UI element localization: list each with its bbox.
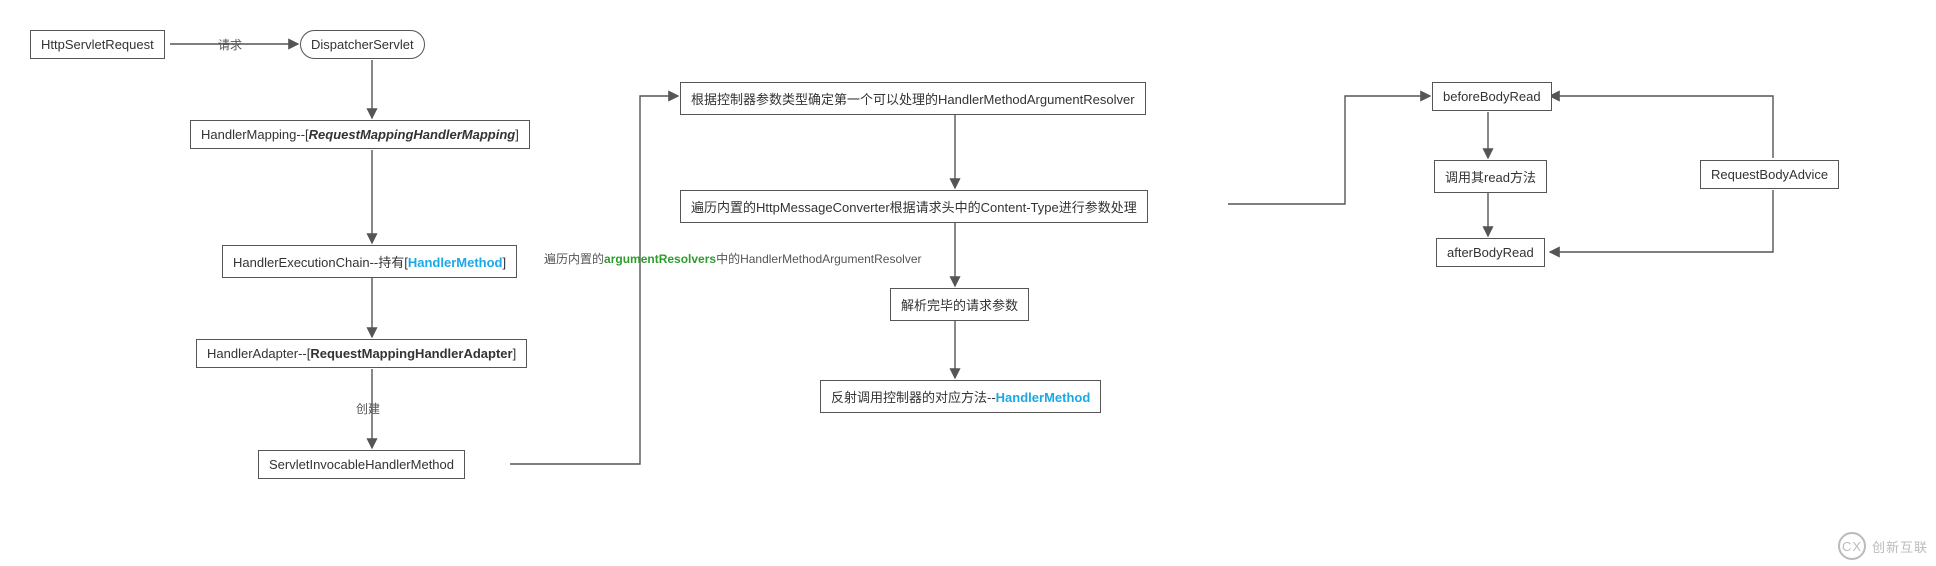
node-before-body-read: beforeBodyRead <box>1432 82 1552 111</box>
text-em: RequestMappingHandlerAdapter <box>310 346 512 361</box>
text-em: HandlerMethod <box>996 390 1091 405</box>
text: 解析完毕的请求参数 <box>901 298 1018 313</box>
edge-label-request: 请求 <box>218 36 242 53</box>
text-em: HandlerMethod <box>408 255 503 270</box>
edge-label-create: 创建 <box>356 400 380 417</box>
node-dispatcher-servlet: DispatcherServlet <box>300 30 425 59</box>
text: ] <box>513 346 517 361</box>
text: RequestBodyAdvice <box>1711 167 1828 182</box>
text: HandlerMapping--[ <box>201 127 309 142</box>
text: DispatcherServlet <box>311 37 414 52</box>
node-request-body-advice: RequestBodyAdvice <box>1700 160 1839 189</box>
watermark: CX 创新互联 <box>1838 532 1928 560</box>
text: ] <box>515 127 519 142</box>
node-servlet-invocable: ServletInvocableHandlerMethod <box>258 450 465 479</box>
node-http-servlet-request: HttpServletRequest <box>30 30 165 59</box>
text: 调用其read方法 <box>1445 170 1536 185</box>
text: afterBodyRead <box>1447 245 1534 260</box>
node-handler-mapping: HandlerMapping--[RequestMappingHandlerMa… <box>190 120 530 149</box>
text: 反射调用控制器的对应方法-- <box>831 390 996 405</box>
text: 根据控制器参数类型确定第一个可以处理的HandlerMethodArgument… <box>691 92 1135 107</box>
diagram-canvas: { "nodes": { "httpServletRequest": "Http… <box>0 0 1936 566</box>
node-call-read: 调用其read方法 <box>1434 160 1547 193</box>
node-handler-execution-chain: HandlerExecutionChain--持有[HandlerMethod] <box>222 245 517 278</box>
text-em: RequestMappingHandlerMapping <box>309 127 516 142</box>
text: ] <box>502 255 506 270</box>
edge-label-argument-resolvers: 遍历内置的argumentResolvers中的HandlerMethodArg… <box>544 250 922 267</box>
node-handler-adapter: HandlerAdapter--[RequestMappingHandlerAd… <box>196 339 527 368</box>
node-after-body-read: afterBodyRead <box>1436 238 1545 267</box>
node-argument-resolver: 根据控制器参数类型确定第一个可以处理的HandlerMethodArgument… <box>680 82 1146 115</box>
node-parsed-params: 解析完毕的请求参数 <box>890 288 1029 321</box>
node-invoke-handler-method: 反射调用控制器的对应方法--HandlerMethod <box>820 380 1101 413</box>
text: 遍历内置的HttpMessageConverter根据请求头中的Content-… <box>691 200 1137 215</box>
watermark-logo-icon: CX <box>1838 532 1866 560</box>
text: beforeBodyRead <box>1443 89 1541 104</box>
text: ServletInvocableHandlerMethod <box>269 457 454 472</box>
node-message-converter: 遍历内置的HttpMessageConverter根据请求头中的Content-… <box>680 190 1148 223</box>
text: HandlerExecutionChain--持有[ <box>233 255 408 270</box>
watermark-text: 创新互联 <box>1872 537 1928 556</box>
text: HttpServletRequest <box>41 37 154 52</box>
text: HandlerAdapter--[ <box>207 346 310 361</box>
